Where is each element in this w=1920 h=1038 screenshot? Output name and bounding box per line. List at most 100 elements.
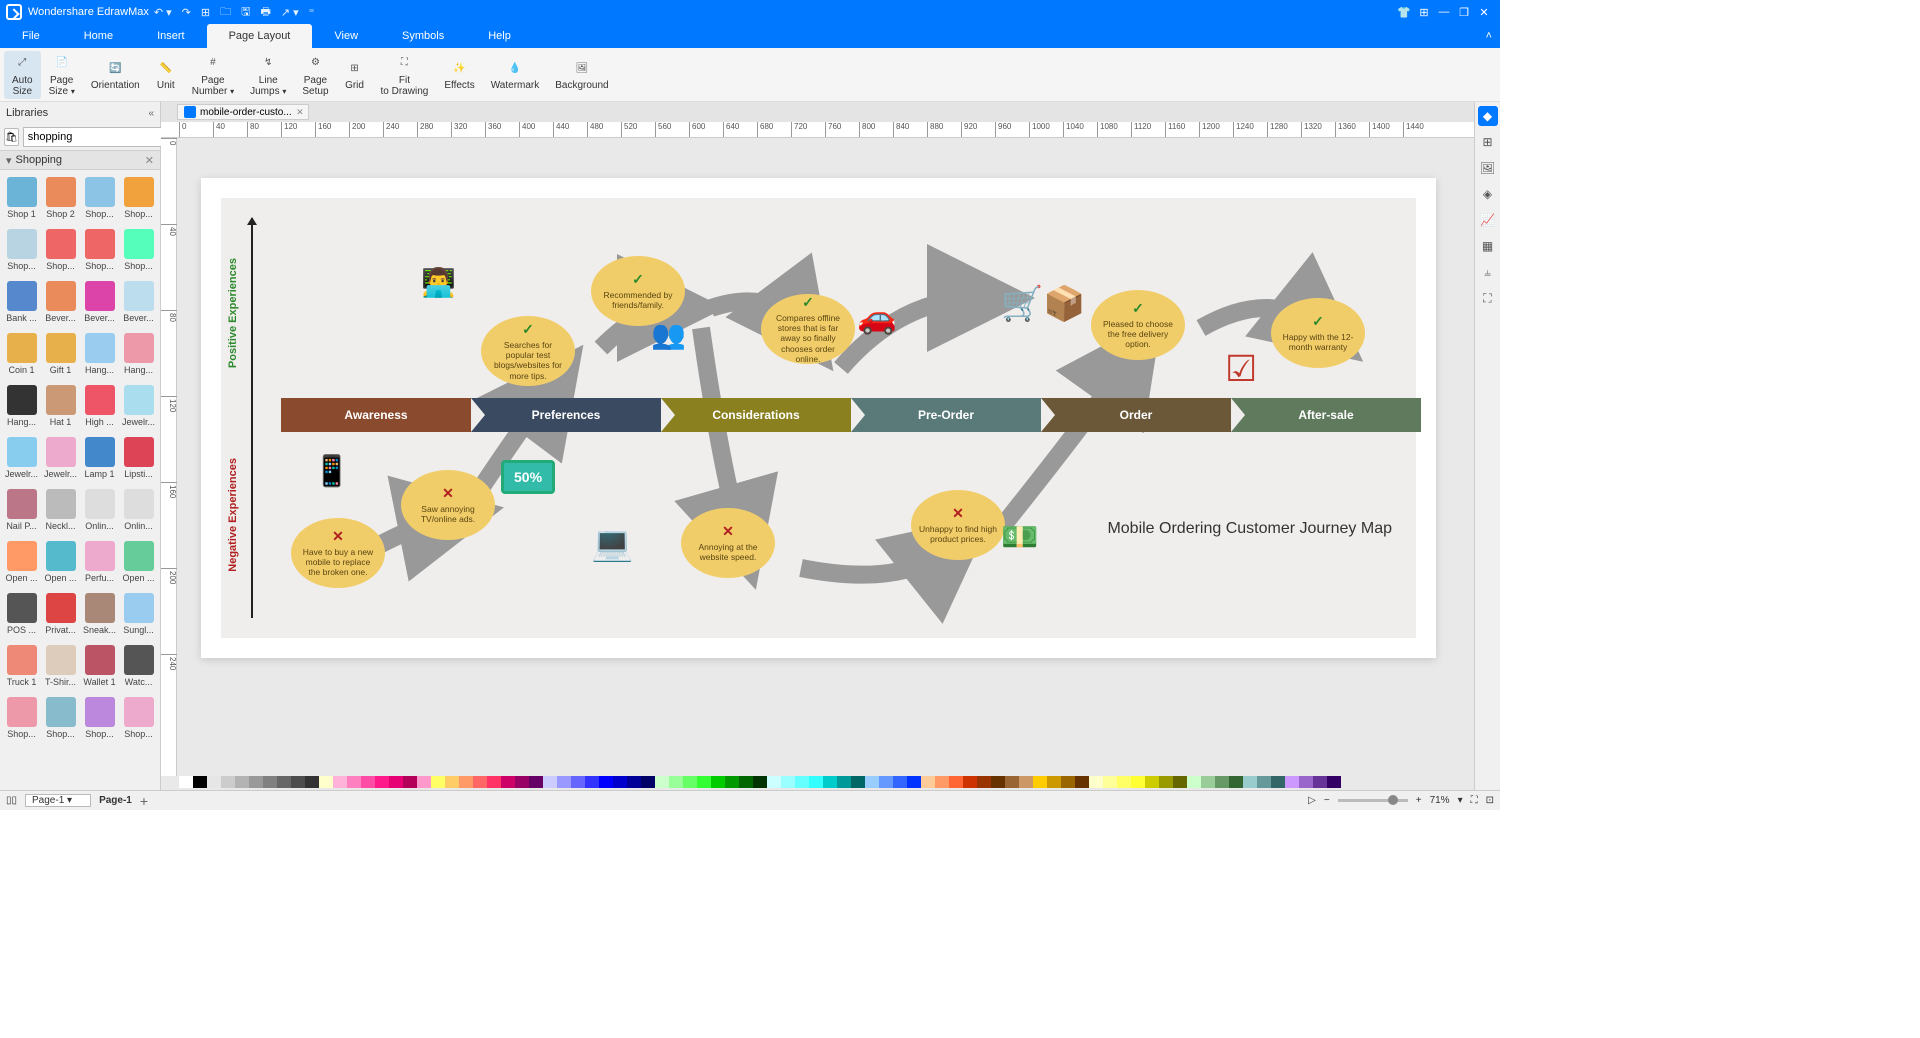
menu-insert[interactable]: Insert bbox=[135, 24, 207, 48]
format-pane-icon[interactable]: ◆ bbox=[1478, 106, 1498, 126]
shape-item[interactable]: Watc... bbox=[119, 640, 158, 692]
play-icon[interactable]: ▷ bbox=[1308, 795, 1316, 806]
more-icon[interactable]: ⁼ bbox=[309, 6, 315, 19]
shape-item[interactable]: Open ... bbox=[2, 536, 41, 588]
ribbon-effects[interactable]: ✨Effects bbox=[436, 51, 482, 99]
color-swatch[interactable] bbox=[1047, 776, 1061, 788]
document-tab[interactable]: mobile-order-custo... ✕ bbox=[177, 104, 309, 120]
minimize-button[interactable]: — bbox=[1434, 6, 1454, 18]
color-swatch[interactable] bbox=[389, 776, 403, 788]
color-swatch[interactable] bbox=[935, 776, 949, 788]
image-pane-icon[interactable]: 🖼 bbox=[1478, 158, 1498, 178]
menu-home[interactable]: Home bbox=[62, 24, 135, 48]
color-swatch[interactable] bbox=[655, 776, 669, 788]
color-swatch[interactable] bbox=[193, 776, 207, 788]
shape-item[interactable]: Hang... bbox=[119, 328, 158, 380]
chart-pane-icon[interactable]: 📈 bbox=[1478, 210, 1498, 230]
save-icon[interactable]: 🖫 bbox=[241, 3, 250, 22]
stage-awareness[interactable]: Awareness bbox=[281, 398, 471, 432]
collapse-ribbon-icon[interactable]: ˄ bbox=[1478, 30, 1500, 42]
stage-preferences[interactable]: Preferences bbox=[471, 398, 661, 432]
color-swatch[interactable] bbox=[207, 776, 221, 788]
shape-item[interactable]: Privat... bbox=[41, 588, 80, 640]
color-swatch[interactable] bbox=[1075, 776, 1089, 788]
shape-item[interactable]: Shop 1 bbox=[2, 172, 41, 224]
ribbon-grid[interactable]: ⊞Grid bbox=[337, 51, 373, 99]
color-swatch[interactable] bbox=[361, 776, 375, 788]
page-selector[interactable]: Page-1 ▾ bbox=[25, 794, 91, 807]
experience-bubble[interactable]: ✓Searches for popular test blogs/website… bbox=[481, 316, 575, 386]
shape-item[interactable]: Shop... bbox=[80, 172, 119, 224]
color-swatch[interactable] bbox=[375, 776, 389, 788]
color-swatch[interactable] bbox=[1327, 776, 1341, 788]
shape-item[interactable]: Hat 1 bbox=[41, 380, 80, 432]
shape-item[interactable]: Bever... bbox=[119, 276, 158, 328]
color-swatch[interactable] bbox=[319, 776, 333, 788]
shape-item[interactable]: Shop 2 bbox=[41, 172, 80, 224]
color-swatch[interactable] bbox=[347, 776, 361, 788]
color-swatch[interactable] bbox=[795, 776, 809, 788]
color-swatch[interactable] bbox=[1145, 776, 1159, 788]
color-swatch[interactable] bbox=[1159, 776, 1173, 788]
color-swatch[interactable] bbox=[977, 776, 991, 788]
close-tab-icon[interactable]: ✕ bbox=[296, 107, 304, 118]
shape-item[interactable]: Jewelr... bbox=[41, 432, 80, 484]
fit-page-icon[interactable]: ⛶ bbox=[1471, 795, 1478, 806]
shape-item[interactable]: Jewelr... bbox=[2, 432, 41, 484]
stage-order[interactable]: Order bbox=[1041, 398, 1231, 432]
color-swatch[interactable] bbox=[991, 776, 1005, 788]
experience-bubble[interactable]: ✕Saw annoying TV/online ads. bbox=[401, 470, 495, 540]
library-picker-icon[interactable]: 🛍 bbox=[4, 128, 19, 146]
collapse-libraries-icon[interactable]: « bbox=[148, 108, 154, 119]
color-swatch[interactable] bbox=[571, 776, 585, 788]
color-swatch[interactable] bbox=[179, 776, 193, 788]
shape-item[interactable]: Sungl... bbox=[119, 588, 158, 640]
ribbon-fit-to-drawing[interactable]: ⛶Fitto Drawing bbox=[373, 51, 437, 99]
shape-item[interactable]: Shop... bbox=[119, 692, 158, 744]
experience-bubble[interactable]: ✓Compares offline stores that is far awa… bbox=[761, 294, 855, 364]
shape-item[interactable]: T-Shir... bbox=[41, 640, 80, 692]
color-swatch[interactable] bbox=[725, 776, 739, 788]
zoom-in-icon[interactable]: + bbox=[1416, 795, 1422, 806]
menu-page-layout[interactable]: Page Layout bbox=[207, 24, 313, 48]
shape-item[interactable]: Coin 1 bbox=[2, 328, 41, 380]
print-icon[interactable]: 🖶 bbox=[260, 3, 270, 22]
color-swatch[interactable] bbox=[767, 776, 781, 788]
shape-item[interactable]: Shop... bbox=[41, 224, 80, 276]
color-swatch[interactable] bbox=[333, 776, 347, 788]
shape-item[interactable]: Shop... bbox=[119, 224, 158, 276]
close-button[interactable]: ✕ bbox=[1474, 6, 1494, 19]
color-swatch[interactable] bbox=[1257, 776, 1271, 788]
experience-bubble[interactable]: ✓Recommended by friends/family. bbox=[591, 256, 685, 326]
page-tab[interactable]: Page-1 bbox=[99, 795, 132, 806]
color-swatch[interactable] bbox=[893, 776, 907, 788]
canvas-body[interactable]: 04080120160200240 Positive Experiences N… bbox=[161, 138, 1474, 776]
shape-item[interactable]: High ... bbox=[80, 380, 119, 432]
color-swatch[interactable] bbox=[753, 776, 767, 788]
color-swatch[interactable] bbox=[1271, 776, 1285, 788]
color-swatch[interactable] bbox=[487, 776, 501, 788]
fullscreen-icon[interactable]: ⊡ bbox=[1486, 795, 1494, 806]
shape-item[interactable]: Shop... bbox=[80, 692, 119, 744]
color-swatch[interactable] bbox=[1187, 776, 1201, 788]
shape-item[interactable]: Gift 1 bbox=[41, 328, 80, 380]
color-swatch[interactable] bbox=[963, 776, 977, 788]
shape-item[interactable]: Shop... bbox=[2, 692, 41, 744]
color-swatch[interactable] bbox=[781, 776, 795, 788]
color-swatch[interactable] bbox=[627, 776, 641, 788]
layers-pane-icon[interactable]: ◈ bbox=[1478, 184, 1498, 204]
color-swatch[interactable] bbox=[305, 776, 319, 788]
shape-item[interactable]: Sneak... bbox=[80, 588, 119, 640]
color-swatch[interactable] bbox=[837, 776, 851, 788]
shape-item[interactable]: Bank ... bbox=[2, 276, 41, 328]
ribbon-page-number[interactable]: #PageNumber ▾ bbox=[184, 51, 242, 99]
color-swatch[interactable] bbox=[501, 776, 515, 788]
table-pane-icon[interactable]: ▦ bbox=[1478, 236, 1498, 256]
experience-bubble[interactable]: ✕Annoying at the website speed. bbox=[681, 508, 775, 578]
color-swatch[interactable] bbox=[1033, 776, 1047, 788]
color-swatch[interactable] bbox=[711, 776, 725, 788]
color-swatch[interactable] bbox=[1313, 776, 1327, 788]
color-swatch[interactable] bbox=[235, 776, 249, 788]
color-swatch[interactable] bbox=[445, 776, 459, 788]
menu-file[interactable]: File bbox=[0, 24, 62, 48]
